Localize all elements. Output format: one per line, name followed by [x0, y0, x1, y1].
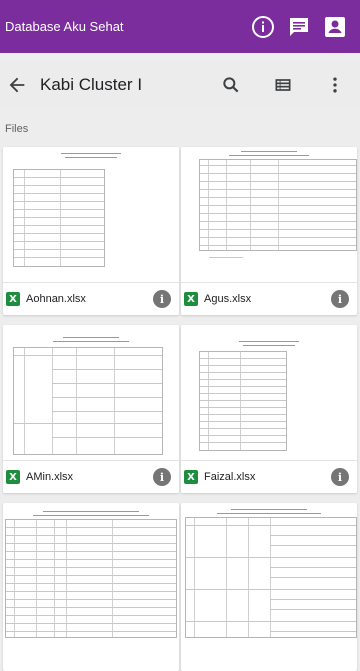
file-thumbnail — [181, 503, 357, 638]
file-thumbnail — [3, 503, 179, 638]
file-card[interactable]: X Faizal.xlsx i — [181, 325, 357, 493]
file-thumbnail — [3, 147, 179, 282]
excel-file-icon: X — [184, 292, 198, 306]
file-name: AMin.xlsx — [26, 471, 74, 483]
breadcrumb: Kabi Cluster I — [40, 75, 143, 94]
search-icon[interactable] — [216, 70, 246, 100]
file-thumbnail — [181, 147, 357, 282]
file-thumbnail — [3, 325, 179, 460]
file-card-footer: X Faizal.xlsx i — [181, 460, 357, 493]
file-name: Agus.xlsx — [204, 293, 252, 305]
folder-toolbar: Kabi Cluster I — [0, 62, 360, 108]
info-icon[interactable]: i — [153, 290, 171, 308]
file-thumbnail — [181, 325, 357, 460]
file-card[interactable]: X AMin.xlsx i — [3, 325, 179, 493]
file-name: Aohnan.xlsx — [26, 293, 86, 305]
file-card[interactable]: X Agus.xlsx i — [181, 147, 357, 315]
file-card[interactable] — [181, 503, 357, 671]
file-card-footer: X AMin.xlsx i — [3, 460, 179, 493]
file-card-footer: X Agus.xlsx i — [181, 282, 357, 315]
comment-icon[interactable] — [286, 14, 312, 40]
app-header: Database Aku Sehat — [0, 0, 360, 53]
info-icon[interactable]: i — [153, 468, 171, 486]
back-arrow-icon[interactable] — [2, 70, 32, 100]
info-icon[interactable]: i — [331, 290, 349, 308]
list-view-icon[interactable] — [268, 70, 298, 100]
more-vert-icon[interactable] — [320, 70, 350, 100]
info-icon[interactable] — [250, 14, 276, 40]
file-card[interactable]: X Aohnan.xlsx i — [3, 147, 179, 315]
file-card-footer: X Aohnan.xlsx i — [3, 282, 179, 315]
excel-file-icon: X — [6, 470, 20, 484]
account-icon[interactable] — [322, 14, 348, 40]
file-card[interactable] — [3, 503, 179, 671]
info-icon[interactable]: i — [331, 468, 349, 486]
file-name: Faizal.xlsx — [204, 471, 256, 483]
excel-file-icon: X — [6, 292, 20, 306]
app-title: Database Aku Sehat — [5, 19, 124, 34]
excel-file-icon: X — [184, 470, 198, 484]
section-label-files: Files — [5, 123, 29, 135]
